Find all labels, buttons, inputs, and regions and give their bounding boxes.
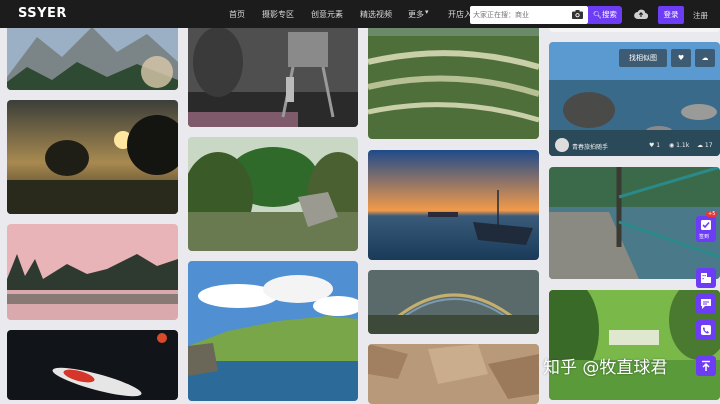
site-logo[interactable]: SSYER <box>18 6 67 21</box>
nav-videos[interactable]: 精选视频 <box>360 9 392 20</box>
top-nav-bar: SSYER 首页 摄影专区 创意元素 精选视频 更多 ▾ 开店入驻 🔍︎搜索 登… <box>0 0 720 28</box>
nav-more[interactable]: 更多 <box>408 9 424 20</box>
login-button[interactable]: 登录 <box>658 6 684 24</box>
watermark: 知乎 @牧直球君 <box>543 358 668 378</box>
photo-sunset-trees <box>7 100 178 214</box>
phone-icon <box>701 325 711 335</box>
favorite-button[interactable]: ♥ <box>671 49 691 67</box>
photo-card[interactable] <box>368 150 539 260</box>
likes-value: 1 <box>656 142 661 149</box>
cloud-upload-icon[interactable] <box>634 8 648 20</box>
photo-rice-terraces <box>368 22 539 139</box>
downloads-value: 17 <box>704 142 713 149</box>
chevron-down-icon: ▾ <box>425 8 429 16</box>
photo-card[interactable] <box>188 22 358 127</box>
photo-card[interactable] <box>368 344 539 404</box>
photo-sunset-boat <box>368 150 539 260</box>
photo-watchtower-bw <box>188 22 358 127</box>
register-link[interactable]: 注册 <box>693 10 708 21</box>
photo-card[interactable] <box>188 261 358 401</box>
likes-count: ♥ 1 <box>649 142 661 149</box>
camera-icon[interactable] <box>572 10 583 19</box>
nav-photography[interactable]: 摄影专区 <box>262 9 294 20</box>
photo-mountain-peaks <box>7 22 178 90</box>
photo-wooden-pier <box>549 167 720 279</box>
contact-button[interactable] <box>696 320 716 340</box>
notification-badge: +5 <box>706 211 718 217</box>
avatar[interactable] <box>555 138 569 152</box>
nav-creative[interactable]: 创意元素 <box>311 9 343 20</box>
photo-card[interactable]: 找相似图 ♥ ☁ 青春旅拍随手 ♥ 1 ◉ 1.1k ☁ 17 <box>549 42 720 156</box>
search-box <box>470 6 588 24</box>
photo-pink-lake-forest <box>7 224 178 320</box>
photo-rock-texture <box>368 344 539 404</box>
photo-card[interactable] <box>368 270 539 334</box>
photo-card[interactable] <box>7 224 178 320</box>
signin-label: 签到 <box>699 234 710 240</box>
photo-airplane-night <box>7 330 178 400</box>
cloud-download-icon: ☁ <box>701 54 709 62</box>
photo-card[interactable] <box>7 100 178 214</box>
photo-rainbow-field <box>368 270 539 334</box>
back-to-top-button[interactable] <box>696 356 716 376</box>
download-button[interactable]: ☁ <box>695 49 715 67</box>
downloads-count: ☁ 17 <box>697 142 713 149</box>
search-button-label: 搜索 <box>601 10 617 19</box>
views-value: 1.1k <box>676 142 690 149</box>
photo-card[interactable] <box>368 22 539 139</box>
author-name[interactable]: 青春旅拍随手 <box>572 142 608 151</box>
signin-button[interactable]: 签到 +5 <box>696 211 718 242</box>
search-input[interactable] <box>473 9 565 21</box>
photo-garden-rocks <box>188 137 358 251</box>
checkbox-icon <box>701 220 711 230</box>
photo-card[interactable] <box>7 330 178 400</box>
photo-park-trees <box>549 290 720 400</box>
search-button[interactable]: 🔍︎搜索 <box>588 6 622 24</box>
heart-icon: ♥ <box>677 54 685 62</box>
photo-card[interactable] <box>7 22 178 90</box>
photo-card[interactable] <box>549 167 720 279</box>
photo-card[interactable] <box>549 290 720 400</box>
photo-card[interactable] <box>188 137 358 251</box>
nav-home[interactable]: 首页 <box>229 9 245 20</box>
search-icon: 🔍︎ <box>593 11 602 19</box>
building-icon <box>701 273 711 283</box>
chat-icon <box>701 299 711 309</box>
feedback-button[interactable] <box>696 294 716 314</box>
views-count: ◉ 1.1k <box>669 142 690 149</box>
photo-coastal-cliff <box>188 261 358 401</box>
find-similar-button[interactable]: 找相似图 <box>619 49 667 67</box>
enterprise-button[interactable] <box>696 268 716 288</box>
arrow-up-icon <box>702 360 710 371</box>
